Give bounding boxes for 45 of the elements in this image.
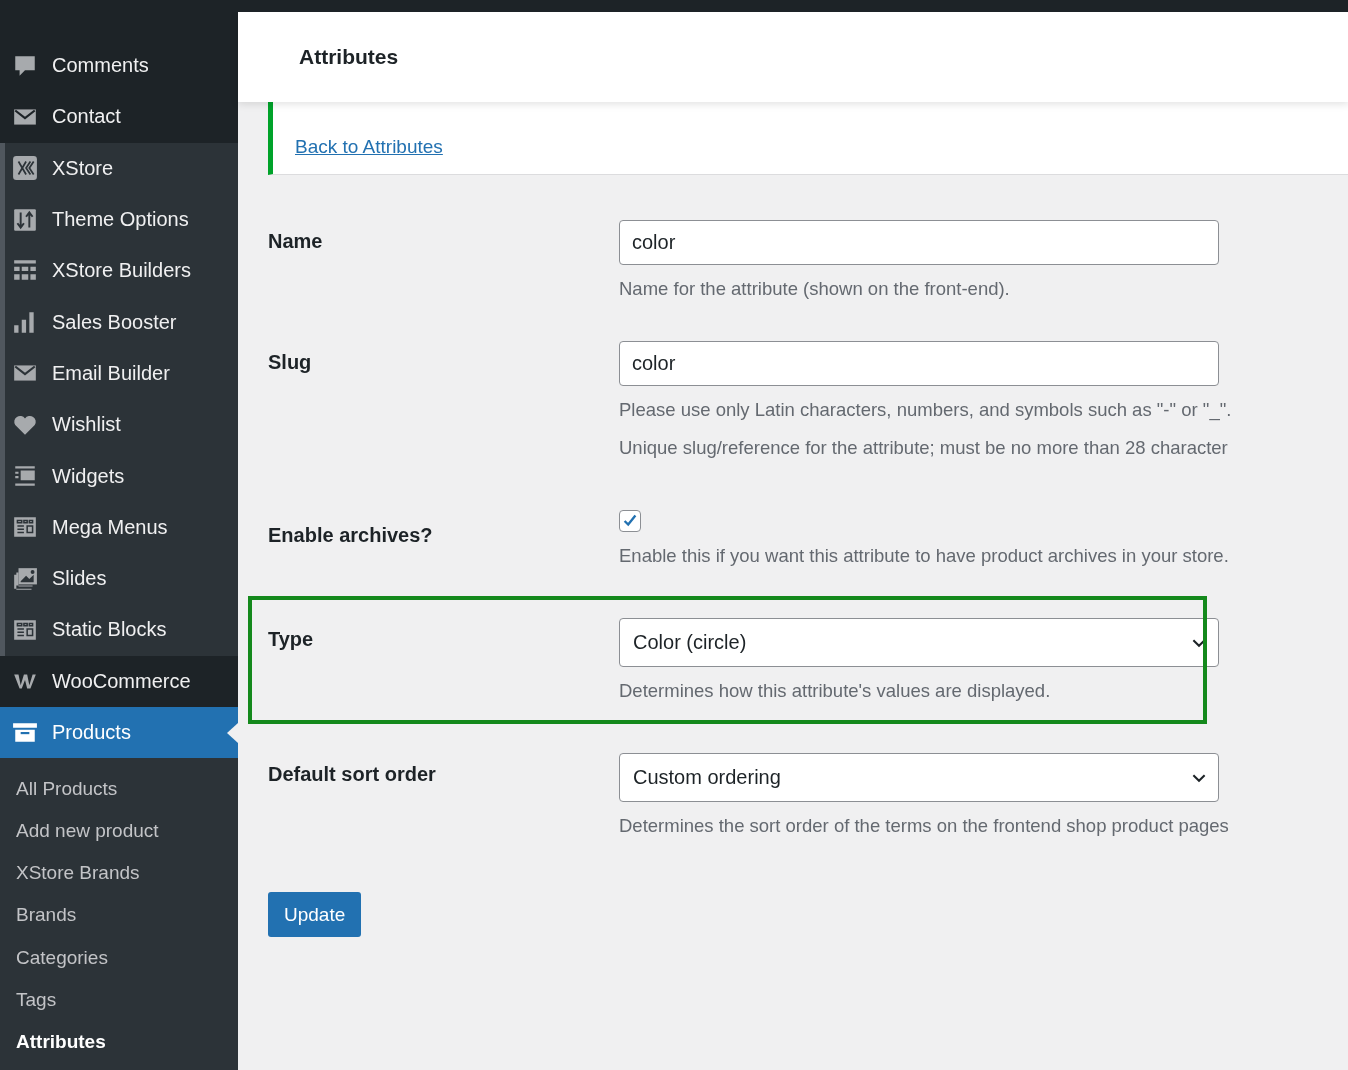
x-logo-icon <box>12 155 38 182</box>
current-pointer <box>227 722 238 743</box>
text-input[interactable]: color <box>619 341 1219 386</box>
field-description: Enable this if you want this attribute to have product archives in your store. <box>619 544 1230 568</box>
text-input[interactable]: color <box>619 220 1219 265</box>
field-description: Unique slug/reference for the attribute; must be no more than 28 character <box>619 436 1229 460</box>
widgets-icon <box>12 463 38 489</box>
submenu-item[interactable]: Tags <box>0 978 238 1021</box>
field-label: Slug <box>268 350 313 375</box>
menu-item[interactable]: Wishlist <box>5 399 238 451</box>
menu-item[interactable]: XStore <box>5 142 238 194</box>
menu-item[interactable]: WooCommerce <box>0 655 238 707</box>
field-label: Enable archives? <box>268 523 434 548</box>
select-dropdown[interactable]: Color (circle) <box>619 618 1219 667</box>
menu-item[interactable]: Contact <box>0 91 238 143</box>
field-description: Name for the attribute (shown on the front-end). <box>619 277 1011 301</box>
menu-item[interactable]: Products <box>0 706 238 758</box>
submenu-item[interactable]: All Products <box>0 767 238 811</box>
sliders-icon <box>12 206 38 233</box>
menu-item[interactable]: Theme Options <box>5 193 238 246</box>
back-link[interactable]: Back to Attributes <box>295 136 443 157</box>
field-label: Default sort order <box>268 762 437 787</box>
images-icon <box>12 565 38 592</box>
menu-item[interactable]: Static Blocks <box>5 604 238 656</box>
field-description: Determines how this attribute's values are displayed. <box>619 679 1052 703</box>
menu-item[interactable]: XStore Builders <box>5 245 238 297</box>
field-label: Name <box>268 229 324 254</box>
submenu-item[interactable]: Add new product <box>0 810 238 853</box>
page-title: Attributes <box>299 45 399 69</box>
submenu-item[interactable]: XStore Brands <box>0 852 238 895</box>
submenu-item[interactable]: Attributes <box>0 1021 238 1064</box>
update-button[interactable]: Update <box>268 892 362 937</box>
menu-item[interactable]: Sales Booster <box>5 296 238 348</box>
submenu-item[interactable]: Brands <box>0 894 238 937</box>
field-description: Determines the sort order of the terms on the frontend shop product pages <box>619 814 1230 838</box>
menu-item[interactable]: Email Builder <box>5 347 238 400</box>
menu-item[interactable]: Comments <box>0 40 238 92</box>
menu-item[interactable]: Widgets <box>5 450 238 502</box>
field-description: Please use only Latin characters, numbers, and symbols such as "-" or "_". <box>619 398 1233 423</box>
select-dropdown[interactable]: Custom ordering <box>619 753 1219 802</box>
checkbox[interactable] <box>619 510 641 532</box>
menu-item[interactable]: Mega Menus <box>5 501 238 553</box>
field-label: Type <box>268 627 315 652</box>
submenu-item[interactable]: Categories <box>0 936 238 979</box>
menu-item[interactable]: Slides <box>5 552 238 605</box>
